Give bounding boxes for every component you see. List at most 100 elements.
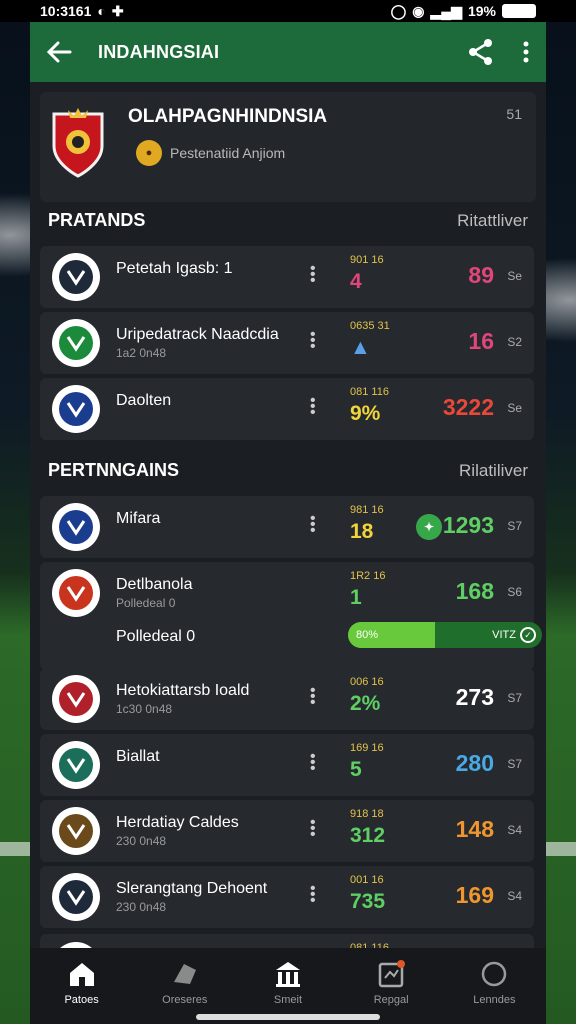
league-name: OLAHPAGNHINDNSIA — [128, 106, 328, 127]
team-logo — [52, 253, 100, 301]
overflow-menu-icon[interactable] — [522, 40, 530, 64]
app-screen: INDAHNGSIAI OLAHPAGNHINDNSIA ● Pestenati… — [30, 22, 546, 1024]
row-score: 1293 — [442, 512, 494, 538]
badge-icon: ✦ — [416, 514, 442, 540]
team-subtitle: 1a2 0n48 — [116, 346, 167, 360]
more-vert-icon[interactable]: • • • — [310, 327, 316, 355]
alarm-icon: ◯ — [390, 2, 407, 19]
share-icon[interactable] — [466, 37, 496, 67]
section-right-label[interactable]: Ritattliver — [457, 211, 528, 231]
row-small-stat: 169 16 — [350, 742, 384, 754]
more-vert-icon[interactable]: • • • — [310, 815, 316, 843]
row-value: ▲ — [350, 336, 371, 359]
league-subtitle: Pestenatiid Anjiom — [170, 145, 286, 161]
section-header-2: PERTNNGAINS Rilatiliver — [48, 460, 528, 481]
team-name: Uripedatrack Naadcdia — [116, 326, 279, 343]
section-right-label[interactable]: Rilatiliver — [459, 461, 528, 481]
signal-icon: ▂▄▆ — [430, 2, 462, 19]
table-row[interactable]: Biallat • • • 169 16 5 280 S7 — [40, 734, 534, 796]
table-row[interactable]: Detlbanola Polledeal 0 1R2 16 1 168 S6 Pollede… — [40, 562, 542, 670]
row-unit: Se — [507, 269, 522, 283]
bottom-nav: Patoes Oreseres Smeit Repgal Lenndes — [30, 948, 546, 1024]
row-value: 5 — [350, 758, 362, 781]
team-name: Hetokiattarsb Ioald — [116, 682, 250, 699]
row-small-stat: 981 16 — [350, 504, 384, 516]
nav-item-home[interactable]: Patoes — [42, 960, 122, 1006]
row-score: 169 — [455, 882, 494, 908]
section-header-1: PRATANDS Ritattliver — [48, 210, 528, 231]
nav-label: Lenndes — [473, 994, 516, 1006]
row-unit: S4 — [507, 889, 522, 903]
team-name: Biallat — [116, 748, 160, 765]
team-logo — [52, 741, 100, 789]
more-vert-icon[interactable]: • • • — [310, 511, 316, 539]
row-small-stat: 901 16 — [350, 254, 384, 266]
league-more[interactable]: 51 — [506, 106, 522, 122]
home-icon — [69, 963, 94, 986]
row-unit: S7 — [507, 757, 522, 771]
nav-item-report[interactable]: Repgal — [351, 960, 431, 1006]
table-row[interactable]: Mifara • • • 981 16 18 ✦ 1293 S7 — [40, 496, 534, 558]
more-vert-icon[interactable]: • • • — [310, 881, 316, 909]
row-score: 3222 — [442, 394, 494, 420]
league-subtitle-row: ● Pestenatiid Anjiom — [136, 140, 285, 166]
ball-icon — [173, 964, 196, 984]
table-row[interactable]: Hetokiattarsb Ioald 1c30 0n48 • • • 006 16 2% 2… — [40, 668, 534, 730]
team-subtitle: Polledeal 0 — [116, 596, 176, 610]
check-icon: ✓ — [520, 627, 536, 643]
section-title: PERTNNGAINS — [48, 460, 180, 480]
team-subtitle: 1c30 0n48 — [116, 702, 173, 716]
bluetooth-icon: ✚ — [111, 2, 124, 19]
table-row[interactable]: Uripedatrack Naadcdia 1a2 0n48 • • • 0635 31 ▲… — [40, 312, 534, 374]
row-value: 9% — [350, 402, 381, 425]
nav-item-matches[interactable]: Oreseres — [145, 960, 225, 1006]
stadium-icon — [275, 962, 300, 987]
app-bar: INDAHNGSIAI — [30, 22, 546, 82]
team-subtitle: 230 0n48 — [116, 834, 167, 848]
row-score: 280 — [455, 750, 494, 776]
row-score: 16 — [468, 328, 494, 354]
row-small-stat: 081 116 — [350, 386, 389, 398]
row-small-stat: 1R2 16 — [350, 570, 386, 582]
table-row[interactable]: Daolten • • • 081 116 9% 3222 Se — [40, 378, 534, 440]
row-value: 2% — [350, 692, 381, 715]
row-value: 312 — [350, 824, 386, 847]
row-value: 18 — [350, 520, 374, 543]
team-name: Herdatiay Caldes — [116, 814, 239, 831]
more-vert-icon[interactable]: • • • — [310, 393, 316, 421]
row-score: 89 — [468, 262, 494, 288]
row-score: 168 — [455, 578, 494, 604]
row-score: 273 — [455, 684, 494, 710]
row-unit: S7 — [507, 519, 522, 533]
battery-icon — [502, 4, 536, 18]
home-indicator[interactable] — [196, 1014, 380, 1020]
sync-icon: ◐ — [97, 3, 106, 19]
team-logo — [52, 807, 100, 855]
table-row[interactable]: Petetah Igasb: 1 • • • 901 16 4 89 Se — [40, 246, 534, 308]
section-title: PRATANDS — [48, 210, 146, 230]
nav-label: Repgal — [373, 994, 409, 1006]
team-name: Daolten — [116, 392, 172, 409]
bar-left-label: 80% — [356, 629, 379, 641]
row-small-stat: 001 16 — [350, 874, 384, 886]
more-vert-icon[interactable]: • • • — [310, 683, 316, 711]
more-vert-icon[interactable]: • • • — [310, 749, 316, 777]
team-subtitle: 230 0n48 — [116, 900, 167, 914]
back-arrow-icon[interactable] — [46, 41, 72, 63]
report-icon — [378, 960, 406, 988]
row-value: 1 — [350, 586, 362, 609]
table-row[interactable]: Herdatiay Caldes 230 0n48 • • • 918 18 312 148 S… — [40, 800, 534, 862]
status-time: 10:3161 — [40, 3, 92, 19]
row-value: 4 — [350, 270, 362, 293]
row-small-stat: 0635 31 — [350, 320, 390, 332]
nav-item-profile[interactable]: Lenndes — [454, 960, 534, 1006]
nav-item-stadium[interactable]: Smeit — [248, 960, 328, 1006]
battery-text: 19% — [467, 3, 496, 19]
profile-icon — [482, 961, 507, 987]
nav-label: Smeit — [273, 994, 303, 1006]
team-name: Mifara — [116, 510, 161, 527]
more-vert-icon[interactable]: • • • — [310, 261, 316, 289]
table-row[interactable]: Slerangtang Dehoent 230 0n48 • • • 001 16 735 1… — [40, 866, 534, 928]
status-bar: 10:3161 ◐ ✚ ◯ ◉ ▂▄▆ 19% — [0, 0, 576, 22]
league-card[interactable]: OLAHPAGNHINDNSIA ● Pestenatiid Anjiom 51 — [40, 92, 536, 202]
